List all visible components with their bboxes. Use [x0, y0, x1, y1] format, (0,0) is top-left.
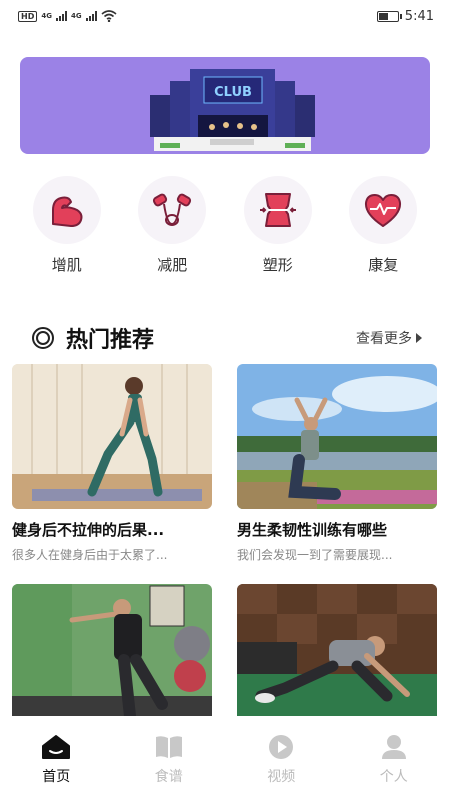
network-badge: HD [18, 10, 38, 22]
category-label: 减肥 [157, 256, 188, 274]
play-icon [269, 735, 294, 759]
nav-label: 首页 [42, 769, 71, 785]
clock: 5:41 [404, 8, 434, 24]
status-left: HD 4G 4G [18, 10, 117, 22]
nav-profile[interactable]: 个人 [349, 722, 439, 800]
arrow-right-icon [416, 333, 422, 343]
category-icon-circle [32, 176, 101, 244]
club-sign-text: CLUB [214, 85, 252, 100]
app-screen: HD 4G 4G 5:41 CLUB 增肌 减肥 塑形 康复 热门推荐 查看更多… [0, 0, 450, 800]
category-muscle[interactable]: 增肌 [22, 176, 112, 275]
card-image [237, 584, 437, 716]
section-title: 热门推荐 [66, 328, 155, 353]
see-more-label: 查看更多 [356, 331, 412, 347]
category-label: 增肌 [51, 256, 82, 274]
card-image [12, 364, 212, 509]
status-bar: HD 4G 4G 5:41 [0, 0, 450, 32]
category-label: 康复 [368, 256, 399, 274]
nav-home[interactable]: 首页 [11, 722, 101, 800]
signal-icon [55, 11, 67, 21]
wifi-icon [101, 10, 117, 22]
card-title: 男生柔韧性训练有哪些 [237, 521, 388, 539]
category-icon-circle [349, 176, 418, 244]
card-summary: 我们会发现一到了需要展现... [237, 548, 393, 562]
nav-videos[interactable]: 视频 [236, 722, 326, 800]
card-image [12, 584, 212, 716]
card-image [237, 364, 437, 509]
section-title-group: 热门推荐 [32, 322, 154, 354]
bottom-nav: 首页 食谱 视频 个人 [0, 722, 450, 800]
promo-banner[interactable]: CLUB [20, 57, 430, 154]
waist-shaping-icon [259, 193, 296, 227]
signal-icon-2 [85, 11, 97, 21]
see-more-link[interactable]: 查看更多 [356, 328, 422, 348]
category-label: 塑形 [262, 256, 293, 274]
category-rehab[interactable]: 康复 [338, 176, 428, 275]
recommend-card-3[interactable] [12, 584, 212, 716]
status-right: 5:41 [376, 8, 434, 24]
category-icon-circle [243, 176, 312, 244]
card-title: 健身后不拉伸的后果... [12, 521, 165, 539]
nav-label: 视频 [267, 769, 296, 785]
category-weight-loss[interactable]: 减肥 [127, 176, 217, 275]
stretch-lunge-photo [12, 364, 212, 509]
nav-label: 食谱 [154, 769, 183, 785]
category-icon-circle [138, 176, 207, 244]
person-icon [381, 735, 406, 759]
sim2-label: 4G [70, 12, 82, 20]
recommend-card-2[interactable]: 男生柔韧性训练有哪些 我们会发现一到了需要展现... [237, 364, 437, 563]
card-summary: 很多人在健身后由于太累了... [12, 548, 168, 562]
home-icon [42, 735, 71, 759]
target-ring-icon [32, 327, 54, 349]
heart-pulse-icon [365, 194, 402, 227]
battery-icon [376, 10, 402, 22]
wall-stretch-photo [12, 584, 212, 716]
outdoor-yoga-photo [237, 364, 437, 509]
recommend-card-1[interactable]: 健身后不拉伸的后果... 很多人在健身后由于太累了... [12, 364, 212, 563]
section-header: 热门推荐 查看更多 [32, 318, 422, 358]
jump-rope-icon [153, 193, 192, 226]
battery-level [378, 12, 388, 20]
nav-recipes[interactable]: 食谱 [124, 722, 214, 800]
floor-stretch-photo [237, 584, 437, 716]
muscle-arm-icon [51, 196, 83, 227]
category-shaping[interactable]: 塑形 [233, 176, 323, 275]
club-illustration: CLUB [150, 69, 315, 151]
nav-label: 个人 [379, 769, 408, 785]
sim1-label: 4G [41, 12, 52, 20]
recommend-card-4[interactable] [237, 584, 437, 716]
book-icon [155, 736, 182, 758]
category-row: 增肌 减肥 塑形 康复 [0, 176, 450, 275]
